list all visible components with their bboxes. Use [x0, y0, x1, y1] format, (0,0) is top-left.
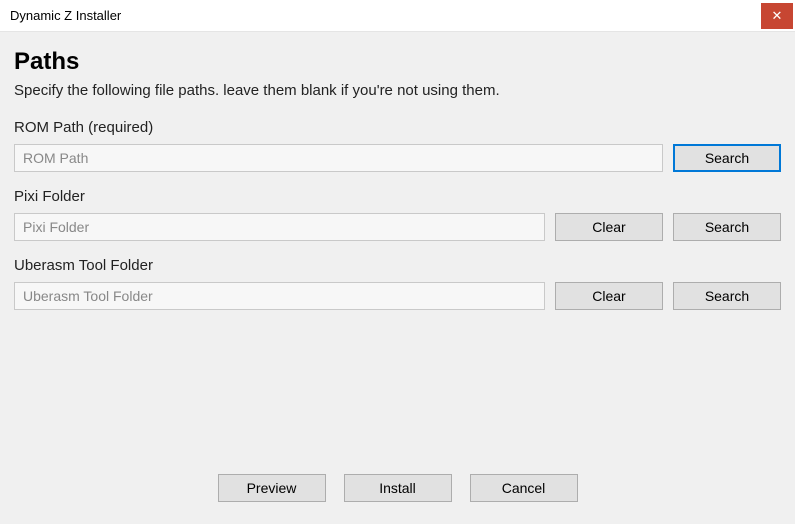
titlebar: Dynamic Z Installer ✕	[0, 0, 795, 32]
spacer	[14, 320, 781, 456]
page-heading: Paths	[14, 48, 781, 76]
uberasm-search-button[interactable]: Search	[673, 282, 781, 310]
cancel-button[interactable]: Cancel	[470, 474, 578, 502]
pixi-folder-input[interactable]	[14, 213, 545, 241]
page-description: Specify the following file paths. leave …	[14, 82, 781, 99]
pixi-folder-label: Pixi Folder	[14, 188, 781, 205]
close-icon: ✕	[772, 8, 783, 24]
content-area: Paths Specify the following file paths. …	[0, 32, 795, 524]
close-button[interactable]: ✕	[761, 3, 793, 29]
install-button[interactable]: Install	[344, 474, 452, 502]
pixi-folder-row: Clear Search	[14, 213, 781, 241]
uberasm-folder-input[interactable]	[14, 282, 545, 310]
uberasm-folder-row: Clear Search	[14, 282, 781, 310]
rom-path-input[interactable]	[14, 144, 663, 172]
footer-buttons: Preview Install Cancel	[14, 456, 781, 524]
installer-window: Dynamic Z Installer ✕ Paths Specify the …	[0, 0, 795, 524]
rom-path-row: Search	[14, 144, 781, 172]
rom-path-label: ROM Path (required)	[14, 119, 781, 136]
pixi-search-button[interactable]: Search	[673, 213, 781, 241]
pixi-clear-button[interactable]: Clear	[555, 213, 663, 241]
preview-button[interactable]: Preview	[218, 474, 326, 502]
uberasm-clear-button[interactable]: Clear	[555, 282, 663, 310]
window-title: Dynamic Z Installer	[0, 8, 121, 23]
uberasm-folder-label: Uberasm Tool Folder	[14, 257, 781, 274]
rom-search-button[interactable]: Search	[673, 144, 781, 172]
